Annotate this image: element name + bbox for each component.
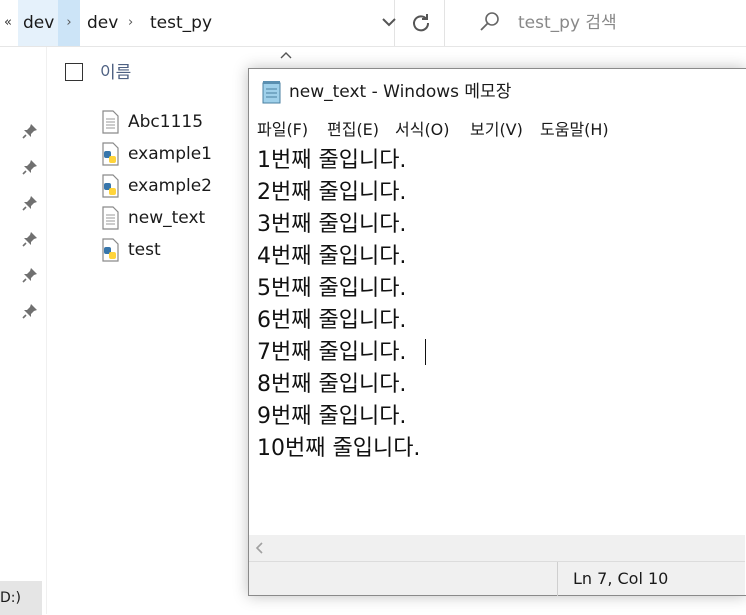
menu-edit[interactable]: 편집(E) <box>327 115 379 145</box>
breadcrumb-item-dev[interactable]: dev <box>87 0 118 46</box>
text-line: 3번째 줄입니다. <box>257 212 407 237</box>
pin-icon[interactable] <box>22 303 38 319</box>
text-line: 4번째 줄입니다. <box>257 244 407 269</box>
scroll-left-icon[interactable] <box>255 535 263 563</box>
pin-icon[interactable] <box>22 267 38 283</box>
python-file-icon <box>102 174 119 198</box>
text-line: 5번째 줄입니다. <box>257 276 407 301</box>
text-editor[interactable]: 1번째 줄입니다. 2번째 줄입니다. 3번째 줄입니다. 4번째 줄입니다. … <box>249 145 745 535</box>
address-bar: « dev › dev › test_py test_py 검색 <box>0 0 746 47</box>
python-file-icon <box>102 142 119 166</box>
search-input[interactable]: test_py 검색 <box>518 0 617 46</box>
text-file-icon <box>102 110 119 134</box>
search-icon <box>480 12 499 31</box>
status-bar: Ln 7, Col 10 <box>249 561 745 596</box>
window-title: new_text - Windows 메모장 <box>289 82 512 102</box>
menu-help[interactable]: 도움말(H) <box>540 115 609 145</box>
menu-format[interactable]: 서식(O) <box>395 115 450 145</box>
text-file-icon <box>102 206 119 230</box>
select-all-checkbox[interactable] <box>65 63 83 81</box>
file-name: Abc1115 <box>128 112 204 132</box>
search-box[interactable]: test_py 검색 <box>458 0 746 46</box>
notepad-window: new_text - Windows 메모장 파일(F) 편집(E) 서식(O)… <box>248 68 746 596</box>
horizontal-scrollbar[interactable] <box>249 535 745 561</box>
text-line: 1번째 줄입니다. <box>257 148 407 173</box>
title-bar[interactable]: new_text - Windows 메모장 <box>249 69 746 115</box>
file-name: test <box>128 240 161 260</box>
text-line: 7번째 줄입니다. <box>257 340 407 365</box>
refresh-icon <box>413 14 430 32</box>
history-dropdown-icon[interactable] <box>382 0 396 46</box>
text-line: 6번째 줄입니다. <box>257 308 407 333</box>
menu-bar: 파일(F) 편집(E) 서식(O) 보기(V) 도움말(H) <box>249 115 746 145</box>
navigation-pane: D:) <box>0 47 47 615</box>
pin-icon[interactable] <box>22 231 38 247</box>
python-file-icon <box>102 238 119 262</box>
file-name: example2 <box>128 176 212 196</box>
sort-ascending-icon <box>280 48 292 62</box>
file-name: new_text <box>128 208 206 228</box>
overflow-chevron-icon[interactable]: « <box>0 2 16 44</box>
breadcrumb-separator-icon[interactable]: › <box>128 0 133 46</box>
column-header-name[interactable]: 이름 <box>100 60 131 86</box>
text-line: 8번째 줄입니다. <box>257 372 407 397</box>
refresh-button[interactable] <box>398 0 445 46</box>
pin-icon[interactable] <box>22 159 38 175</box>
breadcrumb-separator-icon[interactable]: › <box>58 0 80 46</box>
breadcrumb: dev › dev › test_py <box>18 0 396 46</box>
text-line: 2번째 줄입니다. <box>257 180 407 205</box>
text-line: 9번째 줄입니다. <box>257 404 407 429</box>
menu-file[interactable]: 파일(F) <box>257 115 308 145</box>
status-divider <box>557 562 558 596</box>
pin-icon[interactable] <box>22 195 38 211</box>
text-line: 10번째 줄입니다. <box>257 436 421 461</box>
pin-icon[interactable] <box>22 123 38 139</box>
notepad-icon <box>262 81 281 104</box>
breadcrumb-item-test-py[interactable]: test_py <box>150 0 212 46</box>
cursor-position: Ln 7, Col 10 <box>573 569 669 588</box>
menu-view[interactable]: 보기(V) <box>470 115 523 145</box>
file-name: example1 <box>128 144 212 164</box>
nav-item-drive-d[interactable]: D:) <box>0 590 21 606</box>
text-cursor <box>425 339 426 365</box>
breadcrumb-item-dev-root[interactable]: dev <box>18 0 60 46</box>
